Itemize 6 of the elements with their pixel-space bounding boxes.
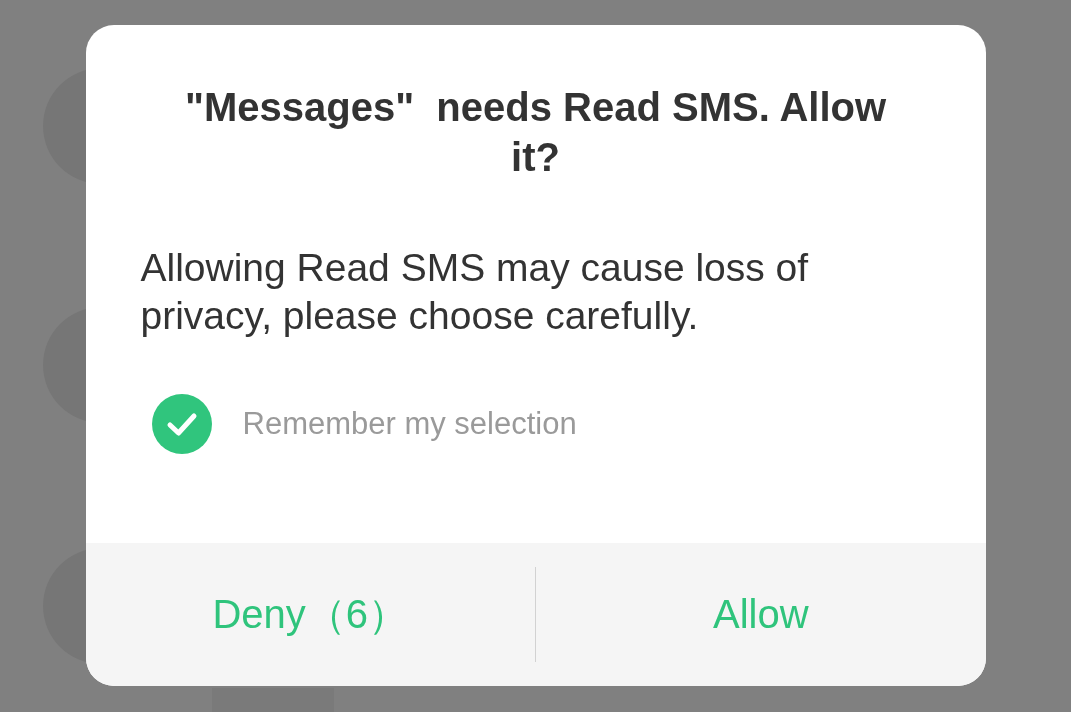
dialog-button[interactable]: Deny（6） <box>85 543 535 686</box>
checked-circle-icon[interactable] <box>151 394 212 454</box>
dialog-title: "Messages" needs Read SMS. Allow it? <box>183 84 888 181</box>
checkbox-label: Remember my selection <box>242 406 577 442</box>
dialog-message: Allowing Read SMS may cause loss of privacy, please choose carefully. <box>140 245 810 339</box>
dialog-button[interactable]: Allow <box>536 543 986 686</box>
